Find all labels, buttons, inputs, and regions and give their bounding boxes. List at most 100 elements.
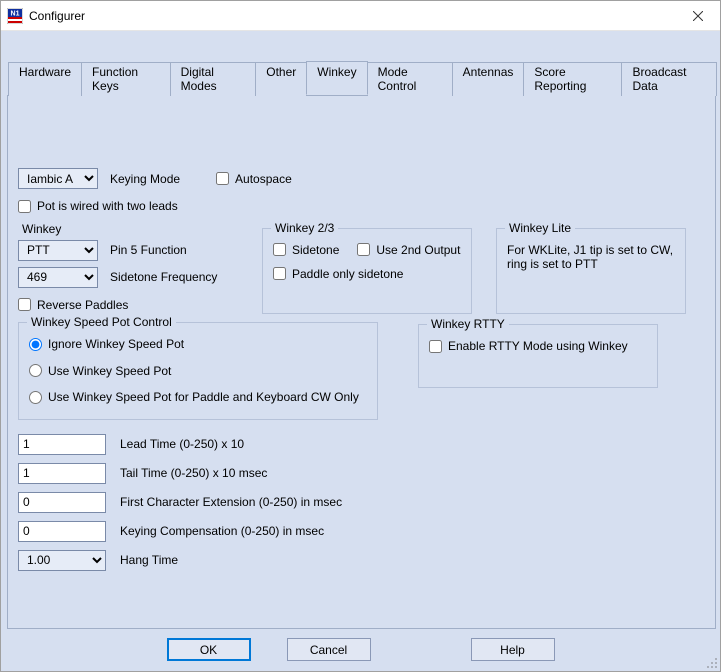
speed-pot-legend: Winkey Speed Pot Control [27,315,176,329]
window-title: Configurer [29,9,675,23]
cancel-button[interactable]: Cancel [287,638,371,661]
reverse-paddles-input[interactable] [18,298,31,311]
reverse-paddles-row: Reverse Paddles [18,298,238,315]
client-area: Hardware Function Keys Digital Modes Oth… [1,31,720,671]
keying-mode-row: Iambic A Keying Mode Autospace [18,168,705,189]
tail-time-label: Tail Time (0-250) x 10 msec [120,466,267,480]
pot-two-leads-input[interactable] [18,200,31,213]
speed-pot-ignore-input[interactable] [29,338,42,351]
lead-time-input[interactable] [18,434,106,455]
pot-two-leads-row: Pot is wired with two leads [18,199,705,216]
winkey-rtty-legend: Winkey RTTY [427,317,509,331]
speed-pot-opt1-row: Ignore Winkey Speed Pot [29,337,367,354]
speed-pot-paddle-kb-input[interactable] [29,391,42,404]
autospace-input[interactable] [216,172,229,185]
keying-comp-label: Keying Compensation (0-250) in msec [120,524,324,538]
speed-pot-use-input[interactable] [29,364,42,377]
sidetone-label: Sidetone [292,243,339,257]
close-button[interactable] [675,1,720,30]
fce-row: First Character Extension (0-250) in mse… [18,492,705,513]
speed-pot-opt3-row: Use Winkey Speed Pot for Paddle and Keyb… [29,390,367,407]
button-bar: OK Cancel Help [1,638,720,661]
tab-score-reporting[interactable]: Score Reporting [523,62,622,96]
use-2nd-output-input[interactable] [357,243,370,256]
configurer-window: N1 Configurer Hardware Function Keys Dig… [0,0,721,672]
lead-time-row: Lead Time (0-250) x 10 [18,434,705,455]
fce-label: First Character Extension (0-250) in mse… [120,495,342,509]
tab-other[interactable]: Other [255,62,307,96]
winkey23-row1: Sidetone Use 2nd Output [273,243,461,257]
hang-time-row: 1.00 Hang Time [18,550,705,571]
tab-hardware[interactable]: Hardware [8,62,82,96]
speed-pot-opt2-row: Use Winkey Speed Pot [29,364,367,381]
tab-winkey[interactable]: Winkey [306,61,367,95]
tail-time-row: Tail Time (0-250) x 10 msec [18,463,705,484]
close-icon [693,11,703,21]
winkey-lite-legend: Winkey Lite [505,221,575,235]
winkey-legend: Winkey [22,222,238,236]
winkey-lite-column: Winkey Lite For WKLite, J1 tip is set to… [496,222,686,314]
tab-mode-control[interactable]: Mode Control [367,62,453,96]
tabpanel-winkey: Iambic A Keying Mode Autospace Pot is wi… [7,95,716,629]
hang-time-label: Hang Time [120,553,178,567]
autospace-checkbox[interactable]: Autospace [216,172,292,186]
sidetone-freq-row: 469 Sidetone Frequency [18,267,238,288]
tail-time-input[interactable] [18,463,106,484]
tab-antennas[interactable]: Antennas [452,62,525,96]
sidetone-freq-label: Sidetone Frequency [110,270,217,284]
tabstrip: Hardware Function Keys Digital Modes Oth… [8,61,716,95]
timing-section: Lead Time (0-250) x 10 Tail Time (0-250)… [18,434,705,571]
winkey23-column: Winkey 2/3 Sidetone Use 2nd Output [262,222,472,314]
speed-pot-ignore-label: Ignore Winkey Speed Pot [48,337,184,351]
tab-broadcast-data[interactable]: Broadcast Data [621,62,717,96]
middle-columns: Winkey PTT Pin 5 Function 469 Sidetone F… [18,222,705,315]
keying-mode-select[interactable]: Iambic A [18,168,98,189]
tab-container: Hardware Function Keys Digital Modes Oth… [7,61,716,629]
winkey-rtty-group: Winkey RTTY Enable RTTY Mode using Winke… [418,324,658,388]
paddle-only-sidetone-input[interactable] [273,267,286,280]
winkey23-row2: Paddle only sidetone [273,267,461,284]
sidetone-checkbox[interactable]: Sidetone [273,243,339,257]
use-2nd-output-checkbox[interactable]: Use 2nd Output [357,243,460,257]
keying-mode-label: Keying Mode [110,172,180,186]
hang-time-select[interactable]: 1.00 [18,550,106,571]
fce-input[interactable] [18,492,106,513]
reverse-paddles-checkbox[interactable]: Reverse Paddles [18,298,128,312]
speed-pot-ignore-radio[interactable]: Ignore Winkey Speed Pot [29,337,184,351]
autospace-label: Autospace [235,172,292,186]
ok-button[interactable]: OK [167,638,251,661]
pot-two-leads-label: Pot is wired with two leads [37,199,178,213]
sidetone-freq-select[interactable]: 469 [18,267,98,288]
pot-two-leads-checkbox[interactable]: Pot is wired with two leads [18,199,178,213]
help-button[interactable]: Help [471,638,555,661]
titlebar: N1 Configurer [1,1,720,31]
winkey-column: Winkey PTT Pin 5 Function 469 Sidetone F… [18,222,238,315]
sidetone-input[interactable] [273,243,286,256]
paddle-only-sidetone-label: Paddle only sidetone [292,267,403,281]
enable-rtty-label: Enable RTTY Mode using Winkey [448,339,628,353]
tab-digital-modes[interactable]: Digital Modes [170,62,257,96]
pin5-select[interactable]: PTT [18,240,98,261]
speed-pot-group: Winkey Speed Pot Control Ignore Winkey S… [18,322,378,420]
keying-comp-input[interactable] [18,521,106,542]
speed-pot-paddle-kb-label: Use Winkey Speed Pot for Paddle and Keyb… [48,390,359,404]
app-icon: N1 [7,8,23,24]
winkey-lite-text2: ring is set to PTT [507,257,675,271]
pin5-row: PTT Pin 5 Function [18,240,238,261]
pin5-label: Pin 5 Function [110,243,187,257]
winkey23-group: Winkey 2/3 Sidetone Use 2nd Output [262,228,472,314]
keying-comp-row: Keying Compensation (0-250) in msec [18,521,705,542]
winkey-lite-group: Winkey Lite For WKLite, J1 tip is set to… [496,228,686,314]
winkey23-legend: Winkey 2/3 [271,221,338,235]
use-2nd-output-label: Use 2nd Output [376,243,460,257]
lower-groups: Winkey Speed Pot Control Ignore Winkey S… [18,316,705,420]
paddle-only-sidetone-checkbox[interactable]: Paddle only sidetone [273,267,403,281]
tab-function-keys[interactable]: Function Keys [81,62,171,96]
enable-rtty-input[interactable] [429,340,442,353]
speed-pot-use-radio[interactable]: Use Winkey Speed Pot [29,364,171,378]
enable-rtty-checkbox[interactable]: Enable RTTY Mode using Winkey [429,339,628,353]
speed-pot-paddle-kb-radio[interactable]: Use Winkey Speed Pot for Paddle and Keyb… [29,390,359,404]
winkey-lite-text1: For WKLite, J1 tip is set to CW, [507,243,675,257]
reverse-paddles-label: Reverse Paddles [37,298,128,312]
resize-grip-icon[interactable] [706,657,718,669]
